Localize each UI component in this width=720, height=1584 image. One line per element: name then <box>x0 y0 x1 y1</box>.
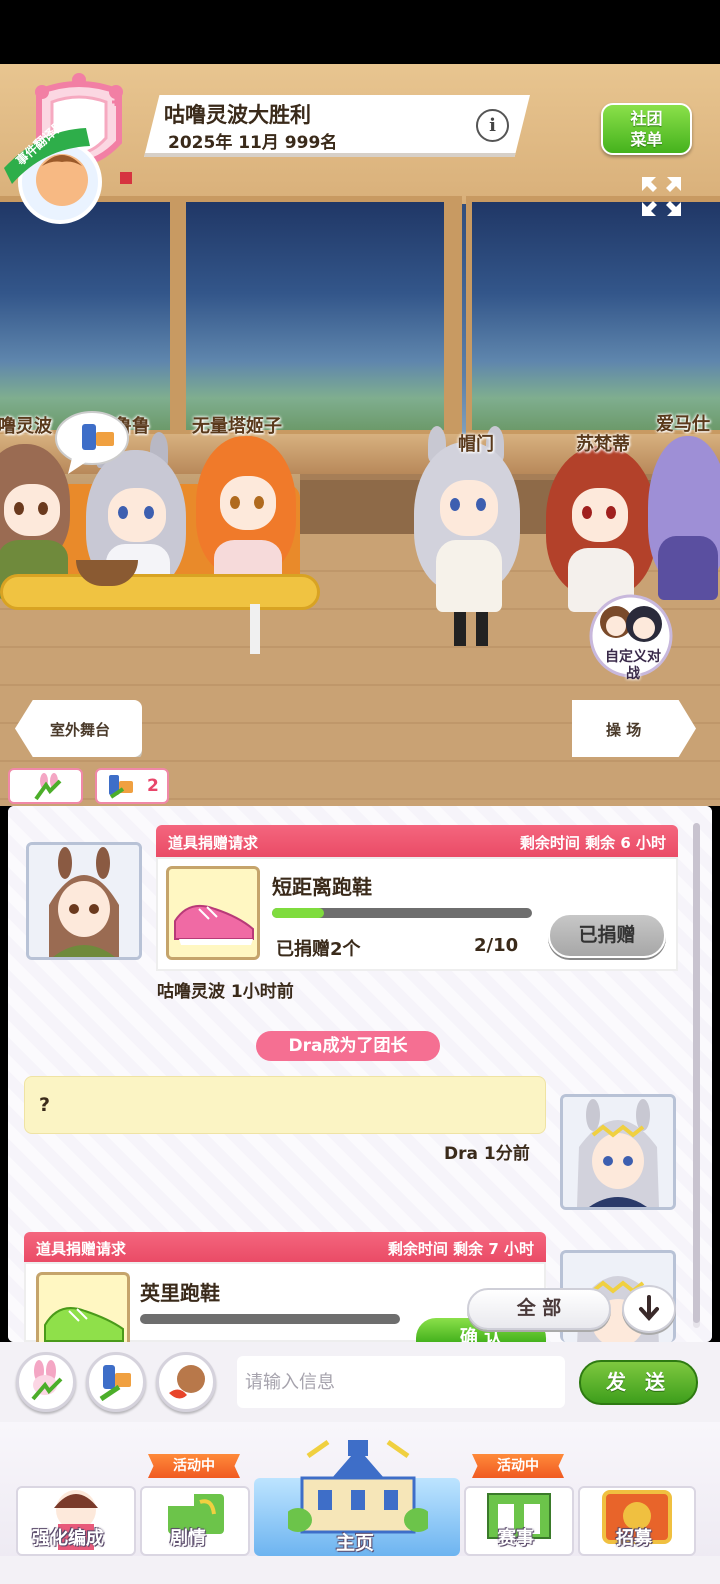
speech-bubble-icon <box>55 411 129 474</box>
message-input[interactable] <box>237 1356 565 1408</box>
tab-home-label: 主页 <box>336 1532 375 1554</box>
app-screen: 噜灵波 鲁鲁 无量塔姬子 帽门 苏梵蒂 爱马仕 事件翻译器 咕噜灵波大胜利 20… <box>0 0 720 1584</box>
character-name: 苏梵蒂 <box>576 434 630 455</box>
donation-progress-bar <box>140 1314 400 1324</box>
rabbit-share-icon <box>31 1360 63 1401</box>
donation-progress-text: 2/10 <box>474 935 519 956</box>
system-message: Dra成为了团长 <box>256 1031 440 1061</box>
window-frame <box>448 196 462 446</box>
donation-card-header: 道具捐赠请求 剩余时间 剩余 6 小时 <box>156 825 678 857</box>
character-sprite[interactable] <box>414 426 524 654</box>
donation-count: 2 <box>147 776 159 796</box>
donated-count: 已捐赠2个 <box>276 939 361 960</box>
avatar-portrait-icon <box>563 1097 673 1207</box>
tab-gacha-label: 招募 <box>616 1528 652 1549</box>
system-nav-bar <box>0 1556 720 1584</box>
playground-label: 操 场 <box>606 721 642 739</box>
donation-header-label: 道具捐赠请求 <box>168 834 259 852</box>
donation-card-header: 道具捐赠请求 剩余时间 剩余 7 小时 <box>24 1232 546 1262</box>
coffee-table <box>0 574 320 610</box>
club-name: 咕噜灵波大胜利 <box>164 103 311 127</box>
event-pass-badge[interactable]: 事件翻译器 <box>0 118 108 224</box>
club-ranking: 2025年 11月 999名 <box>168 133 338 153</box>
race-event-flag: 活动中 <box>472 1454 564 1478</box>
donated-button[interactable]: 已捐赠 <box>548 913 666 958</box>
donation-time-left: 剩余时间 剩余 6 小时 <box>519 834 666 852</box>
sprint-shoes-icon <box>174 905 254 945</box>
donation-progress-fill <box>272 908 324 918</box>
item-name: 英里跑鞋 <box>140 1281 220 1305</box>
window-pane <box>466 196 720 436</box>
home-building-icon <box>288 1439 428 1534</box>
donation-time-left: 剩余时间 剩余 7 小时 <box>387 1240 534 1258</box>
item-name: 短距离跑鞋 <box>272 875 372 899</box>
club-menu-button[interactable]: 社团菜单 <box>601 103 692 155</box>
donate-item-button[interactable] <box>86 1352 146 1412</box>
tab-enhance-label: 强化编成 <box>32 1528 104 1549</box>
character-name: 噜灵波 <box>0 416 52 437</box>
scroll-to-bottom-button[interactable] <box>622 1285 676 1333</box>
character-name: 帽门 <box>458 434 494 455</box>
character-name: 无量塔姬子 <box>192 416 282 437</box>
outdoor-stage-label: 室外舞台 <box>50 721 111 739</box>
chat-scroll-thumb[interactable] <box>693 823 700 1323</box>
send-button[interactable]: 发 送 <box>579 1360 698 1405</box>
message-author-time: Dra 1分前 <box>444 1144 530 1164</box>
window-pane <box>0 196 184 436</box>
stamp-icon <box>169 1365 205 1399</box>
tab-race-label: 赛事 <box>498 1528 534 1549</box>
status-bar <box>0 0 720 64</box>
fullscreen-icon[interactable] <box>640 175 683 218</box>
item-send-icon <box>99 1365 131 1402</box>
item-frame <box>166 866 260 960</box>
chat-filter-button[interactable]: 全 部 <box>467 1288 611 1330</box>
info-button[interactable]: i <box>476 109 509 142</box>
window-frame <box>170 196 184 446</box>
donation-header-label: 道具捐赠请求 <box>36 1240 127 1258</box>
story-event-flag: 活动中 <box>148 1454 240 1478</box>
arrow-down-icon <box>639 1295 659 1322</box>
avatar[interactable] <box>26 842 142 960</box>
chat-tab-request[interactable] <box>8 768 83 804</box>
window-pane <box>180 196 450 436</box>
stamp-button[interactable] <box>156 1352 216 1412</box>
mile-shoes-icon <box>44 1307 124 1342</box>
message-author-time: 咕噜灵波 1小时前 <box>157 982 294 1002</box>
request-button[interactable] <box>16 1352 76 1412</box>
custom-battle-label: 自定义对战 <box>605 649 661 682</box>
table-leg <box>250 604 260 654</box>
chat-bubble-text: ? <box>39 1094 51 1116</box>
avatar-portrait-icon <box>29 845 139 957</box>
club-menu-label: 社团菜单 <box>630 109 663 149</box>
character-name: 爱马仕 <box>656 414 710 435</box>
avatar[interactable] <box>560 1094 676 1210</box>
tab-story-label: 剧情 <box>170 1528 206 1549</box>
item-send-icon <box>109 775 133 799</box>
rabbit-share-icon <box>34 773 62 801</box>
character-sprite[interactable] <box>648 436 720 606</box>
item-frame <box>36 1272 130 1342</box>
chat-bubble: ? <box>24 1076 546 1134</box>
chat-tab-donation[interactable]: 2 <box>95 768 169 804</box>
